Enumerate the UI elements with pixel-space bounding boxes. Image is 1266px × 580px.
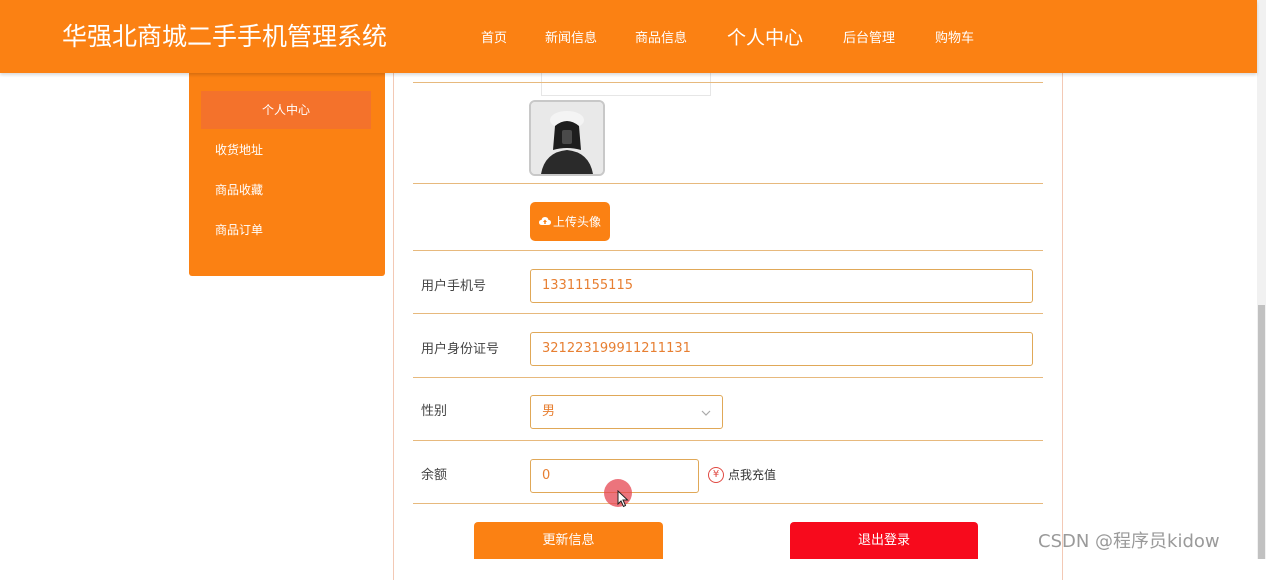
sidebar-item-address[interactable]: 收货地址 [215, 141, 263, 159]
nav-cart[interactable]: 购物车 [935, 29, 974, 49]
nav-home[interactable]: 首页 [481, 29, 507, 49]
upload-avatar-button[interactable]: 上传头像 [530, 202, 610, 241]
sidebar-menu: 个人中心 收货地址 商品收藏 商品订单 [189, 73, 385, 276]
chevron-down-icon [701, 396, 711, 428]
divider [413, 503, 1043, 504]
upload-avatar-label: 上传头像 [552, 215, 601, 229]
cloud-upload-icon [538, 215, 551, 229]
mouse-cursor-icon [617, 490, 629, 508]
recharge-link[interactable]: ¥ 点我充值 [708, 466, 776, 483]
phone-label: 用户手机号 [421, 279, 487, 294]
avatar [529, 100, 605, 176]
nav-personal-center[interactable]: 个人中心 [727, 24, 803, 52]
profile-form-panel [393, 60, 1063, 580]
image-preview-box [541, 73, 711, 96]
watermark: CSDN @程序员kidow [1038, 531, 1220, 552]
scrollbar[interactable] [1257, 0, 1266, 559]
recharge-label: 点我充值 [728, 468, 777, 482]
sidebar-item-orders[interactable]: 商品订单 [215, 221, 263, 239]
divider [413, 377, 1043, 378]
update-info-button[interactable]: 更新信息 [474, 522, 663, 559]
gender-value: 男 [542, 404, 556, 419]
id-card-input[interactable]: 321223199911211131 [530, 332, 1033, 366]
top-nav-bar: 华强北商城二手手机管理系统 首页 新闻信息 商品信息 个人中心 后台管理 购物车 [0, 0, 1257, 73]
sidebar-item-favorites[interactable]: 商品收藏 [215, 181, 263, 199]
nav-admin[interactable]: 后台管理 [843, 29, 895, 49]
site-title: 华强北商城二手手机管理系统 [62, 22, 388, 51]
gender-label: 性别 [421, 404, 448, 419]
gender-select[interactable]: 男 [530, 395, 723, 429]
divider [413, 250, 1043, 251]
nav-news[interactable]: 新闻信息 [545, 29, 597, 49]
id-card-label: 用户身份证号 [421, 342, 500, 357]
divider [413, 183, 1043, 184]
balance-label: 余额 [421, 468, 448, 483]
divider [413, 313, 1043, 314]
divider [413, 440, 1043, 441]
yen-icon: ¥ [708, 466, 724, 483]
nav-products[interactable]: 商品信息 [635, 29, 687, 49]
logout-button[interactable]: 退出登录 [790, 522, 978, 559]
avatar-image [531, 102, 603, 174]
phone-input[interactable]: 13311155115 [530, 269, 1033, 303]
divider [413, 82, 1043, 83]
scrollbar-thumb[interactable] [1258, 305, 1265, 559]
sidebar-item-personal-center[interactable]: 个人中心 [201, 91, 371, 129]
